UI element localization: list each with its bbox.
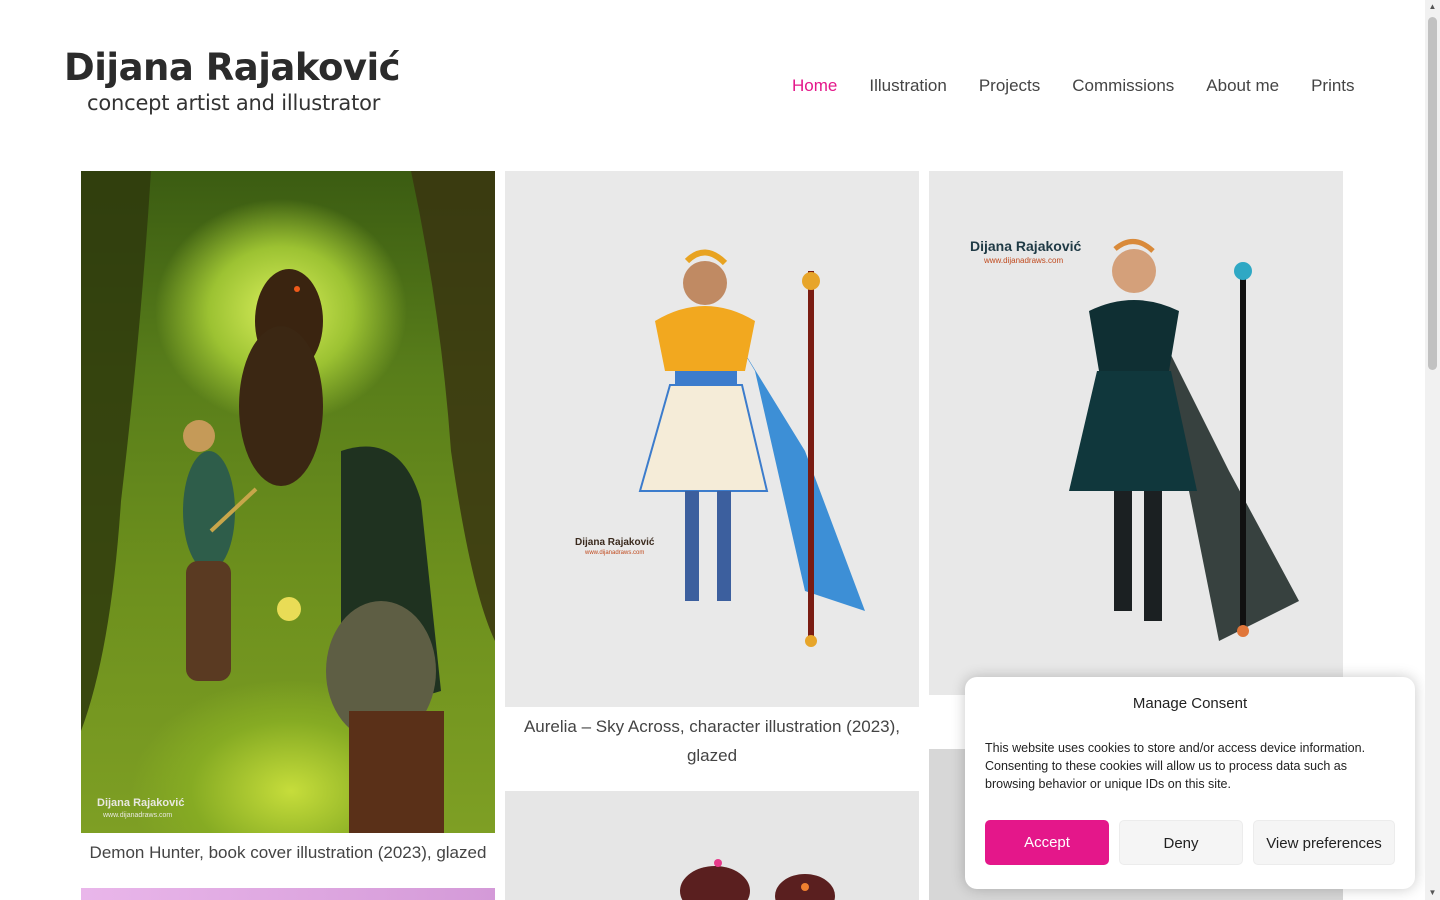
watermark-url: www.dijanadraws.com: [585, 550, 645, 556]
caption-demon-hunter: Demon Hunter, book cover illustration (2…: [89, 843, 487, 862]
artwork-character-dark[interactable]: Dijana Rajaković www.dijanadraws.com: [929, 171, 1343, 695]
site-logo[interactable]: Dijana Rajaković concept artist and illu…: [64, 46, 404, 116]
watermark-name: Dijana Rajaković: [970, 238, 1082, 254]
nav-item-prints[interactable]: Prints: [1295, 74, 1370, 98]
consent-title: Manage Consent: [1132, 695, 1248, 712]
watermark-name: Dijana Rajaković: [575, 537, 655, 548]
logo-name: Dijana Rajaković: [64, 46, 401, 89]
accept-button[interactable]: Accept: [985, 820, 1109, 865]
logo-subtitle: concept artist and illustrator: [87, 91, 381, 115]
nav-item-about-me[interactable]: About me: [1190, 74, 1295, 98]
nav-item-illustration[interactable]: Illustration: [853, 74, 962, 98]
stars-hair-illustration: [680, 859, 835, 900]
watermark-url: www.dijanadraws.com: [984, 256, 1064, 265]
caption-aurelia: Aurelia – Sky Across, character illustra…: [523, 717, 901, 765]
scrollbar-thumb[interactable]: [1428, 17, 1437, 370]
aurelia-character-illustration: [638, 249, 865, 647]
consent-dialog: Manage Consent This website uses cookies…: [965, 677, 1415, 889]
deny-button[interactable]: Deny: [1119, 820, 1243, 865]
watermark-name: Dijana Rajaković: [97, 797, 185, 809]
artwork-character-stars[interactable]: [505, 791, 919, 900]
artwork-purple[interactable]: [81, 888, 495, 900]
view-preferences-button[interactable]: View preferences: [1253, 820, 1395, 865]
scroll-down-arrow-icon[interactable]: ▼: [1425, 886, 1440, 900]
nav-item-commissions[interactable]: Commissions: [1056, 74, 1190, 98]
consent-text: This website uses cookies to store and/o…: [985, 741, 1366, 791]
scroll-up-arrow-icon[interactable]: ▲: [1425, 0, 1440, 14]
artwork-demon-hunter[interactable]: Dijana Rajaković www.dijanadraws.com: [81, 171, 495, 833]
forest-scene-illustration: [81, 171, 495, 833]
nav-item-home[interactable]: Home: [776, 74, 853, 98]
nav-item-projects[interactable]: Projects: [963, 74, 1056, 98]
watermark-url: www.dijanadraws.com: [103, 812, 173, 819]
page-scrollbar[interactable]: ▲ ▼: [1425, 0, 1440, 900]
main-nav: Home Illustration Projects Commissions A…: [776, 74, 1371, 98]
artwork-aurelia[interactable]: Dijana Rajaković www.dijanadraws.com: [505, 171, 919, 707]
